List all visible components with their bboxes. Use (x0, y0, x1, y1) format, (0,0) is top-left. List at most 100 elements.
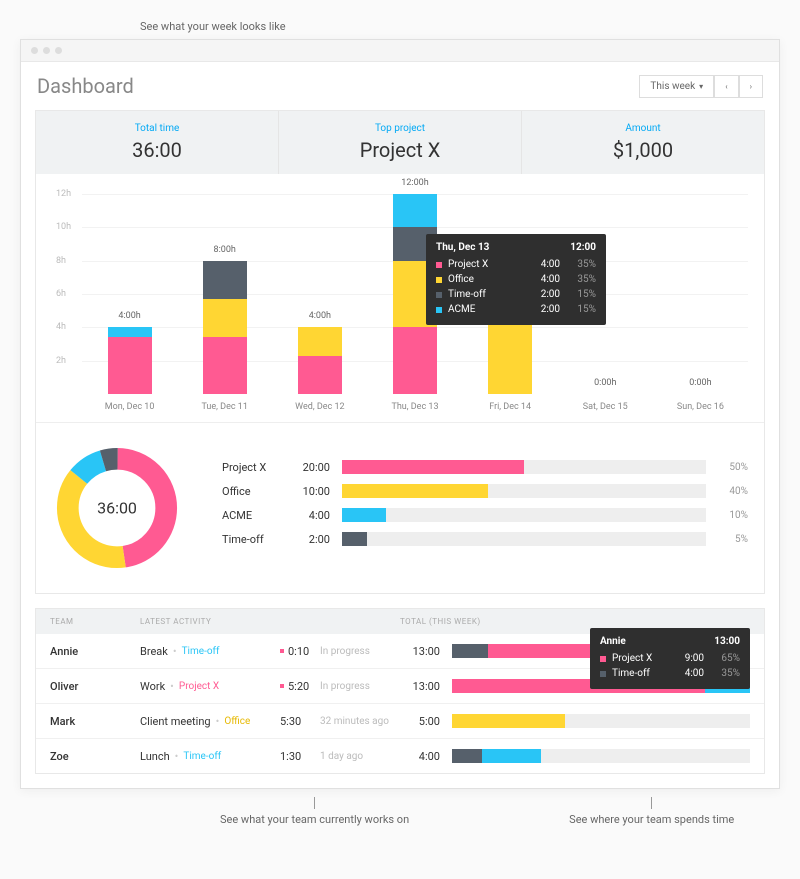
breakdown-pct: 10% (718, 510, 748, 521)
status-dot-icon (280, 684, 284, 688)
col-header-team: TEAM (50, 617, 140, 626)
team-total: 4:00 (400, 750, 440, 763)
x-tick: Mon, Dec 10 (82, 402, 177, 412)
breakdown-pct: 40% (718, 486, 748, 497)
breakdown-time: 20:00 (294, 461, 330, 474)
breakdown-name: Office (222, 485, 282, 498)
breakdown-time: 2:00 (294, 533, 330, 546)
period-selector: This week▾ ‹ › (639, 75, 763, 98)
team-member-name: Mark (50, 715, 140, 728)
traffic-light-icon (55, 47, 62, 54)
team-status: In progress (320, 646, 400, 657)
y-tick: 4h (56, 322, 66, 332)
donut-center-value: 36:00 (97, 499, 137, 518)
x-tick: Fri, Dec 14 (463, 402, 558, 412)
chevron-right-icon: › (750, 82, 752, 91)
summary-value: Project X (279, 138, 521, 162)
y-tick: 12h (56, 189, 71, 199)
team-status: 32 minutes ago (320, 716, 400, 727)
x-tick: Thu, Dec 13 (367, 402, 462, 412)
team-bar (452, 714, 750, 728)
team-row[interactable]: Annie Break • Time-off 0:10 In progress … (36, 634, 764, 669)
team-status: In progress (320, 681, 400, 692)
breakdown-name: Time-off (222, 533, 282, 546)
team-member-name: Zoe (50, 750, 140, 763)
annotation-team-works: See what your team currently works on (220, 813, 409, 826)
bar-column[interactable]: 8:00h (177, 194, 272, 394)
team-total: 5:00 (400, 715, 440, 728)
breakdown-section: 36:00 Project X 20:00 50% Office 10:00 40% ACM… (36, 422, 764, 593)
summary-row: Total time 36:00 Top project Project X A… (36, 111, 764, 174)
bar-column[interactable]: 4:00h (82, 194, 177, 394)
team-activity: Lunch • Time-off (140, 750, 280, 763)
breakdown-name: Project X (222, 461, 282, 474)
breakdown-time: 4:00 (294, 509, 330, 522)
x-tick: Sun, Dec 16 (653, 402, 748, 412)
breakdown-list: Project X 20:00 50% Office 10:00 40% ACME 4:00 1… (222, 460, 748, 556)
donut-chart: 36:00 (52, 443, 182, 573)
x-tick: Wed, Dec 12 (272, 402, 367, 412)
x-tick: Sat, Dec 15 (558, 402, 653, 412)
summary-amount: Amount $1,000 (522, 111, 764, 174)
status-dot-icon (280, 649, 284, 653)
breakdown-time: 10:00 (294, 485, 330, 498)
summary-label: Total time (36, 123, 278, 134)
team-activity: Break • Time-off (140, 645, 280, 658)
chart-card: Total time 36:00 Top project Project X A… (35, 110, 765, 594)
page-title: Dashboard (37, 74, 134, 98)
annotation-team-time: See where your team spends time (569, 813, 734, 826)
team-row[interactable]: Mark Client meeting • Office 5:30 32 min… (36, 704, 764, 739)
team-total: 13:00 (400, 645, 440, 658)
team-row[interactable]: Zoe Lunch • Time-off 1:30 1 day ago 4:00 (36, 739, 764, 773)
team-bar (452, 749, 750, 763)
bar-value-label: 12:00h (401, 178, 428, 188)
breakdown-bar (342, 484, 706, 498)
period-dropdown[interactable]: This week▾ (639, 75, 714, 98)
team-member-name: Oliver (50, 680, 140, 693)
period-next-button[interactable]: › (739, 75, 763, 98)
breakdown-row: Project X 20:00 50% (222, 460, 748, 474)
app-window: Dashboard This week▾ ‹ › Total time 36:0… (20, 39, 780, 789)
breakdown-name: ACME (222, 509, 282, 522)
summary-label: Top project (279, 123, 521, 134)
team-activity: Client meeting • Office (140, 715, 280, 728)
team-duration: 5:30 (280, 715, 320, 728)
breakdown-pct: 50% (718, 462, 748, 473)
y-tick: 8h (56, 256, 66, 266)
traffic-light-icon (31, 47, 38, 54)
bar-column[interactable]: 0:00h (653, 194, 748, 394)
chevron-left-icon: ‹ (725, 82, 727, 91)
team-activity: Work • Project X (140, 680, 280, 693)
bar-value-label: 4:00h (309, 311, 331, 321)
breakdown-bar (342, 532, 706, 546)
chart-tooltip: Thu, Dec 1312:00Project X4:0035%Office4:… (426, 234, 606, 325)
summary-total-time: Total time 36:00 (36, 111, 279, 174)
team-duration: 0:10 (280, 645, 320, 658)
summary-value: 36:00 (36, 138, 278, 162)
breakdown-row: ACME 4:00 10% (222, 508, 748, 522)
chevron-down-icon: ▾ (699, 82, 703, 91)
y-tick: 2h (56, 356, 66, 366)
window-titlebar (21, 40, 779, 62)
team-total: 13:00 (400, 680, 440, 693)
y-tick: 6h (56, 289, 66, 299)
breakdown-bar (342, 508, 706, 522)
bar-value-label: 8:00h (214, 245, 236, 255)
team-card: TEAM LATEST ACTIVITY TOTAL (THIS WEEK) A… (35, 608, 765, 774)
col-header-activity: LATEST ACTIVITY (140, 617, 400, 626)
bottom-annotations: See what your team currently works on Se… (20, 797, 780, 826)
summary-top-project: Top project Project X (279, 111, 522, 174)
team-duration: 1:30 (280, 750, 320, 763)
bar-value-label: 0:00h (594, 378, 616, 388)
bar-chart: 2h4h6h8h10h12h4:00h8:00h4:00h12:00h0:00h… (36, 174, 764, 422)
breakdown-bar (342, 460, 706, 474)
period-prev-button[interactable]: ‹ (714, 75, 738, 98)
bar-column[interactable]: 4:00h (272, 194, 367, 394)
col-header-total: TOTAL (THIS WEEK) (400, 617, 750, 626)
summary-label: Amount (522, 123, 764, 134)
traffic-light-icon (43, 47, 50, 54)
bar-value-label: 4:00h (118, 311, 140, 321)
team-status: 1 day ago (320, 751, 400, 762)
breakdown-row: Office 10:00 40% (222, 484, 748, 498)
x-tick: Tue, Dec 11 (177, 402, 272, 412)
